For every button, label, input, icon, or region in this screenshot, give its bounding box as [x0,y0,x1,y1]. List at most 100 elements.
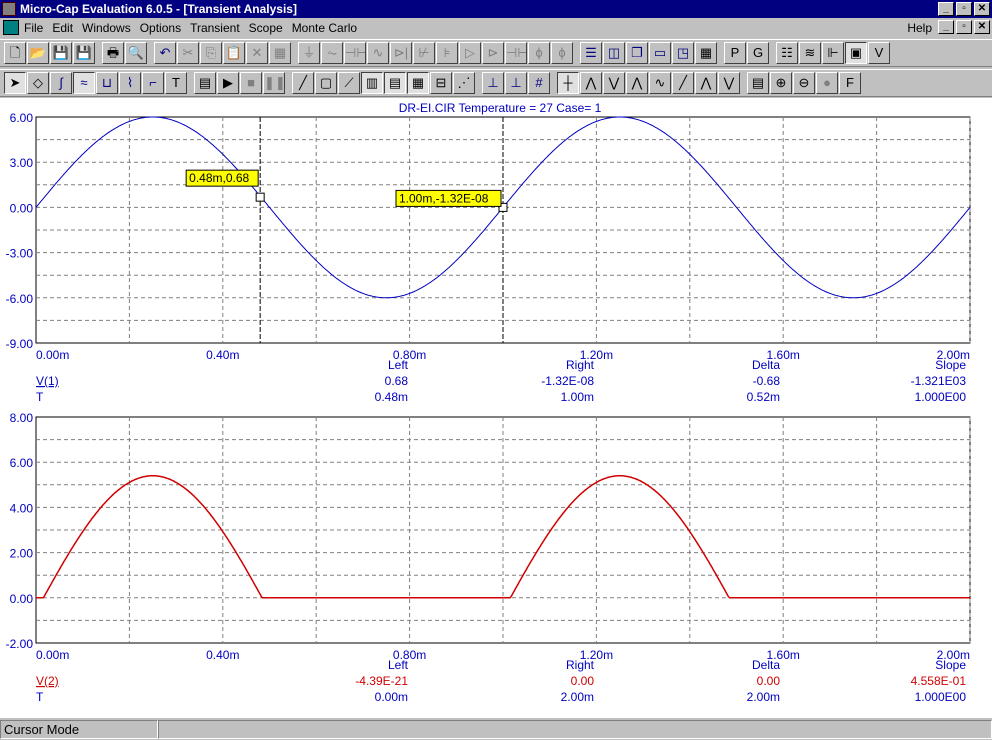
scope-button[interactable]: ▣ [845,42,867,64]
inductor-button[interactable]: ∿ [367,42,389,64]
stop-button[interactable]: ■ [240,72,262,94]
low-button[interactable]: ∿ [649,72,671,94]
minimize-button[interactable]: _ [938,2,954,16]
palette-button[interactable]: ● [816,72,838,94]
menu-options[interactable]: Options [140,21,181,35]
peak-button[interactable]: ⋀ [580,72,602,94]
current-source-button[interactable]: ϕ [551,42,573,64]
diagonal-wire-button[interactable]: ⌐ [142,72,164,94]
menu-file[interactable]: File [24,21,43,35]
inflection-button[interactable]: ╱ [672,72,694,94]
line-button[interactable]: ╱ [292,72,314,94]
doc-close-button[interactable]: ✕ [974,20,990,34]
y-tick-label: 2.00 [10,547,34,561]
cut-button[interactable]: ✂ [177,42,199,64]
cursor-right-button[interactable]: ⊥ [505,72,527,94]
p-button[interactable]: P [724,42,746,64]
readout-value: 2.00m [561,690,594,704]
waveform-button[interactable]: ≋ [799,42,821,64]
grid-horizontal-button[interactable]: ▤ [384,72,406,94]
zoom-out-icon: ⊖ [798,75,810,90]
pause-button[interactable]: ❚❚ [263,72,285,94]
cascade-button[interactable]: ❐ [626,42,648,64]
document-icon[interactable] [3,20,19,35]
g-button[interactable]: G [747,42,769,64]
run-button[interactable]: ▶ [217,72,239,94]
close-button[interactable]: ✕ [974,2,990,16]
select-all-button[interactable]: ▦ [269,42,291,64]
menu-transient[interactable]: Transient [190,21,240,35]
new-button[interactable]: 🗋 [4,42,26,64]
ground-button[interactable]: ⏚ [298,42,320,64]
menu-windows[interactable]: Windows [82,21,131,35]
delete-button[interactable]: ✕ [246,42,268,64]
window-button[interactable]: ▭ [649,42,671,64]
app-icon[interactable] [2,2,16,16]
transistor-button[interactable]: ⊬ [413,42,435,64]
print-preview-button[interactable]: 🔍 [125,42,147,64]
menu-edit[interactable]: Edit [52,21,73,35]
info-button[interactable]: ⌇ [119,72,141,94]
menu-help[interactable]: Help [907,21,932,35]
mosfet-button[interactable]: ⊧ [436,42,458,64]
save-as-button[interactable]: 💾 [73,42,95,64]
plot-area[interactable]: DR-EI.CIR Temperature = 27 Case= 1 6.00 3.… [0,98,992,718]
menu-scope[interactable]: Scope [249,21,283,35]
label-button[interactable]: ⊔ [96,72,118,94]
zoom-out-button[interactable]: ⊖ [793,72,815,94]
resistor-button[interactable]: ⏦ [321,42,343,64]
probe-button[interactable]: ⊩ [822,42,844,64]
cursor-both-button[interactable]: # [528,72,550,94]
grid-dotted-button[interactable]: ▦ [407,72,429,94]
stop-icon: ■ [247,75,255,90]
select-arrow-button[interactable]: ➤ [4,72,26,94]
scale-button[interactable]: ⋰ [453,72,475,94]
restore-button[interactable]: ▫ [956,2,972,16]
diode-button[interactable]: ⊳| [390,42,412,64]
trace-name-link[interactable]: V(2) [36,674,59,688]
paste-button[interactable]: 📋 [223,42,245,64]
cursor-left-button[interactable]: ⊥ [482,72,504,94]
components-button[interactable]: ☷ [776,42,798,64]
rect-button[interactable]: ▢ [315,72,337,94]
wire-mode-button[interactable]: ∫ [50,72,72,94]
info-icon: ⌇ [126,75,134,90]
p-icon: P [730,45,740,60]
tile-vertical-button[interactable]: ◫ [603,42,625,64]
capacitor-button[interactable]: ⊣⊢ [344,42,366,64]
doc-restore-button[interactable]: ▫ [956,20,972,34]
menu-monte-carlo[interactable]: Monte Carlo [292,21,357,35]
print-button[interactable]: 🖶 [102,42,124,64]
grid-vertical-button[interactable]: ▥ [361,72,383,94]
properties-button[interactable]: ▤ [194,72,216,94]
buffer-button[interactable]: ⊳ [482,42,504,64]
doc-minimize-button[interactable]: _ [938,20,954,34]
source-button[interactable]: ϕ [528,42,550,64]
valley-button[interactable]: ⋁ [603,72,625,94]
global-low-button[interactable]: ⋁ [718,72,740,94]
component-mode-button[interactable]: ◇ [27,72,49,94]
tile-horizontal-button[interactable]: ☰ [580,42,602,64]
trace-name-link[interactable]: V(1) [36,374,59,388]
text-button[interactable]: T [165,72,187,94]
diagonal-button[interactable]: ⟋ [338,72,360,94]
undo-button[interactable]: ↶ [154,42,176,64]
table-button[interactable]: ▤ [747,72,769,94]
global-high-button[interactable]: ⋀ [695,72,717,94]
window-split-button[interactable]: ◳ [672,42,694,64]
save-button[interactable]: 💾 [50,42,72,64]
opamp-button[interactable]: ▷ [459,42,481,64]
zoom-in-button[interactable]: ⊕ [770,72,792,94]
copy-button[interactable]: ⎘ [200,42,222,64]
vi-button[interactable]: V [868,42,890,64]
calculator-button[interactable]: ▦ [695,42,717,64]
font-button[interactable]: F [839,72,861,94]
graph-mode-button[interactable]: ≈ [73,72,95,94]
y-tick-label: -6.00 [6,292,34,306]
high-button[interactable]: ⋀ [626,72,648,94]
readout-header: Right [566,358,595,372]
bottom-axis-button[interactable]: ⊟ [430,72,452,94]
battery-button[interactable]: ⊣⊢ [505,42,527,64]
cursor-mode-button[interactable]: ┼ [557,72,579,94]
open-button[interactable]: 📂 [27,42,49,64]
